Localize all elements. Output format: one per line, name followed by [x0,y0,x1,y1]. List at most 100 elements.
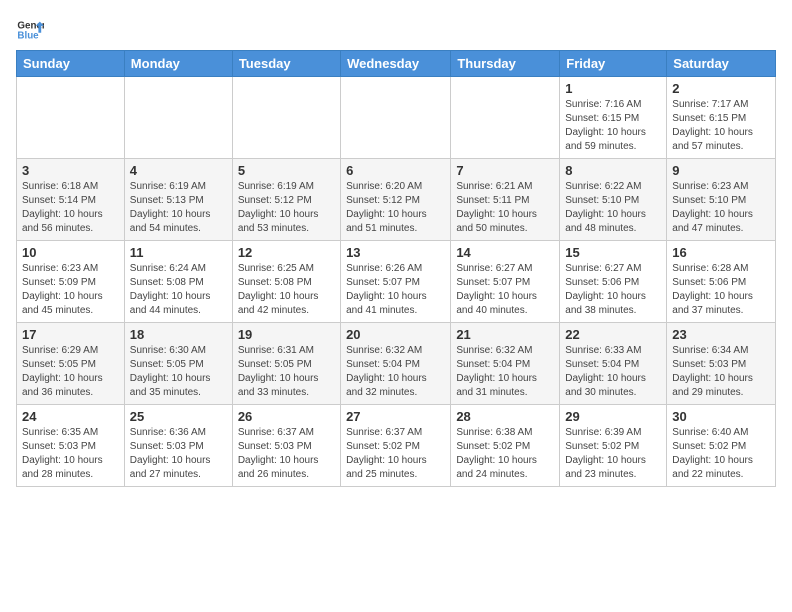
day-number: 4 [130,163,227,178]
day-number: 6 [346,163,445,178]
logo-icon: General Blue [16,16,44,44]
day-number: 2 [672,81,770,96]
day-number: 5 [238,163,335,178]
day-number: 30 [672,409,770,424]
day-number: 28 [456,409,554,424]
weekday-header: Friday [560,51,667,77]
weekday-header: Thursday [451,51,560,77]
day-info: Sunrise: 6:23 AM Sunset: 5:10 PM Dayligh… [672,180,770,236]
day-number: 25 [130,409,227,424]
day-number: 21 [456,327,554,342]
page-container: General Blue SundayMondayTuesdayWednesda… [0,0,792,495]
day-number: 11 [130,245,227,260]
day-info: Sunrise: 6:36 AM Sunset: 5:03 PM Dayligh… [130,426,227,482]
calendar-cell: 13 Sunrise: 6:26 AM Sunset: 5:07 PM Dayli… [341,241,451,323]
day-info: Sunrise: 6:19 AM Sunset: 5:12 PM Dayligh… [238,180,335,236]
calendar-cell: 14 Sunrise: 6:27 AM Sunset: 5:07 PM Dayli… [451,241,560,323]
day-info: Sunrise: 6:33 AM Sunset: 5:04 PM Dayligh… [565,344,661,400]
day-number: 24 [22,409,119,424]
day-number: 16 [672,245,770,260]
calendar-cell: 20 Sunrise: 6:32 AM Sunset: 5:04 PM Dayli… [341,323,451,405]
calendar-cell [451,77,560,159]
day-info: Sunrise: 6:32 AM Sunset: 5:04 PM Dayligh… [346,344,445,400]
weekday-header: Wednesday [341,51,451,77]
calendar-cell: 24Sunrise: 6:35 AM Sunset: 5:03 PM Dayli… [17,405,125,487]
calendar-week-row: 24Sunrise: 6:35 AM Sunset: 5:03 PM Dayli… [17,405,776,487]
day-info: Sunrise: 6:27 AM Sunset: 5:06 PM Dayligh… [565,262,661,318]
day-number: 23 [672,327,770,342]
calendar-cell: 12 Sunrise: 6:25 AM Sunset: 5:08 PM Dayli… [232,241,340,323]
calendar-cell: 26Sunrise: 6:37 AM Sunset: 5:03 PM Dayli… [232,405,340,487]
calendar: SundayMondayTuesdayWednesdayThursdayFrid… [16,50,776,487]
day-number: 8 [565,163,661,178]
calendar-cell: 1 Sunrise: 7:16 AM Sunset: 6:15 PM Daylig… [560,77,667,159]
day-info: Sunrise: 6:19 AM Sunset: 5:13 PM Dayligh… [130,180,227,236]
calendar-cell [341,77,451,159]
day-number: 12 [238,245,335,260]
calendar-cell: 23 Sunrise: 6:34 AM Sunset: 5:03 PM Dayli… [667,323,776,405]
day-info: Sunrise: 6:21 AM Sunset: 5:11 PM Dayligh… [456,180,554,236]
day-info: Sunrise: 6:37 AM Sunset: 5:02 PM Dayligh… [346,426,445,482]
calendar-week-row: 17Sunrise: 6:29 AM Sunset: 5:05 PM Dayli… [17,323,776,405]
calendar-cell [17,77,125,159]
calendar-cell [232,77,340,159]
day-info: Sunrise: 6:23 AM Sunset: 5:09 PM Dayligh… [22,262,119,318]
weekday-header: Saturday [667,51,776,77]
day-number: 9 [672,163,770,178]
header: General Blue [16,16,776,44]
day-number: 27 [346,409,445,424]
calendar-cell: 10 Sunrise: 6:23 AM Sunset: 5:09 PM Dayli… [17,241,125,323]
calendar-cell: 21 Sunrise: 6:32 AM Sunset: 5:04 PM Dayli… [451,323,560,405]
day-number: 3 [22,163,119,178]
day-info: Sunrise: 6:26 AM Sunset: 5:07 PM Dayligh… [346,262,445,318]
day-number: 17 [22,327,119,342]
calendar-cell: 9 Sunrise: 6:23 AM Sunset: 5:10 PM Daylig… [667,159,776,241]
calendar-cell: 17Sunrise: 6:29 AM Sunset: 5:05 PM Dayli… [17,323,125,405]
calendar-cell: 7 Sunrise: 6:21 AM Sunset: 5:11 PM Daylig… [451,159,560,241]
calendar-cell: 4 Sunrise: 6:19 AM Sunset: 5:13 PM Daylig… [124,159,232,241]
calendar-week-row: 1 Sunrise: 7:16 AM Sunset: 6:15 PM Daylig… [17,77,776,159]
day-number: 20 [346,327,445,342]
day-info: Sunrise: 6:30 AM Sunset: 5:05 PM Dayligh… [130,344,227,400]
calendar-cell: 6 Sunrise: 6:20 AM Sunset: 5:12 PM Daylig… [341,159,451,241]
day-info: Sunrise: 6:18 AM Sunset: 5:14 PM Dayligh… [22,180,119,236]
calendar-header-row: SundayMondayTuesdayWednesdayThursdayFrid… [17,51,776,77]
calendar-cell: 3 Sunrise: 6:18 AM Sunset: 5:14 PM Daylig… [17,159,125,241]
day-info: Sunrise: 6:32 AM Sunset: 5:04 PM Dayligh… [456,344,554,400]
calendar-cell: 18 Sunrise: 6:30 AM Sunset: 5:05 PM Dayli… [124,323,232,405]
day-number: 7 [456,163,554,178]
day-number: 22 [565,327,661,342]
calendar-cell: 5 Sunrise: 6:19 AM Sunset: 5:12 PM Daylig… [232,159,340,241]
day-number: 15 [565,245,661,260]
day-info: Sunrise: 6:34 AM Sunset: 5:03 PM Dayligh… [672,344,770,400]
weekday-header: Monday [124,51,232,77]
day-number: 14 [456,245,554,260]
day-info: Sunrise: 6:27 AM Sunset: 5:07 PM Dayligh… [456,262,554,318]
calendar-cell: 25 Sunrise: 6:36 AM Sunset: 5:03 PM Dayli… [124,405,232,487]
day-info: Sunrise: 6:28 AM Sunset: 5:06 PM Dayligh… [672,262,770,318]
day-info: Sunrise: 6:22 AM Sunset: 5:10 PM Dayligh… [565,180,661,236]
calendar-cell: 22 Sunrise: 6:33 AM Sunset: 5:04 PM Dayli… [560,323,667,405]
calendar-cell: 15 Sunrise: 6:27 AM Sunset: 5:06 PM Dayli… [560,241,667,323]
calendar-cell: 28Sunrise: 6:38 AM Sunset: 5:02 PM Dayli… [451,405,560,487]
calendar-cell: 27 Sunrise: 6:37 AM Sunset: 5:02 PM Dayli… [341,405,451,487]
calendar-week-row: 3 Sunrise: 6:18 AM Sunset: 5:14 PM Daylig… [17,159,776,241]
logo: General Blue [16,16,44,44]
day-info: Sunrise: 6:39 AM Sunset: 5:02 PM Dayligh… [565,426,661,482]
day-number: 18 [130,327,227,342]
calendar-cell: 19Sunrise: 6:31 AM Sunset: 5:05 PM Dayli… [232,323,340,405]
day-info: Sunrise: 7:16 AM Sunset: 6:15 PM Dayligh… [565,98,661,154]
day-info: Sunrise: 6:20 AM Sunset: 5:12 PM Dayligh… [346,180,445,236]
calendar-cell: 11 Sunrise: 6:24 AM Sunset: 5:08 PM Dayli… [124,241,232,323]
day-number: 19 [238,327,335,342]
weekday-header: Sunday [17,51,125,77]
day-number: 29 [565,409,661,424]
day-number: 13 [346,245,445,260]
day-number: 10 [22,245,119,260]
day-info: Sunrise: 6:24 AM Sunset: 5:08 PM Dayligh… [130,262,227,318]
calendar-cell: 29 Sunrise: 6:39 AM Sunset: 5:02 PM Dayli… [560,405,667,487]
calendar-week-row: 10 Sunrise: 6:23 AM Sunset: 5:09 PM Dayli… [17,241,776,323]
day-number: 1 [565,81,661,96]
day-number: 26 [238,409,335,424]
day-info: Sunrise: 6:25 AM Sunset: 5:08 PM Dayligh… [238,262,335,318]
